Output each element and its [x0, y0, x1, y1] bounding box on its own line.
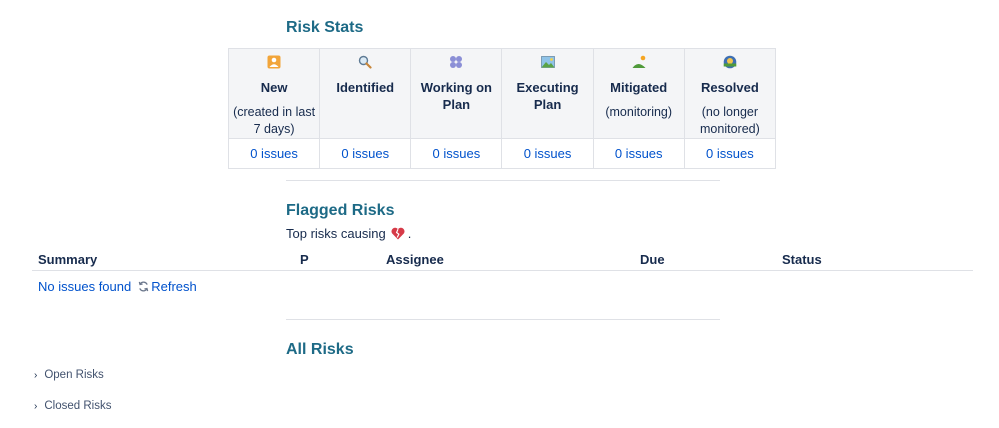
column-header-priority[interactable]: P [300, 252, 309, 267]
stat-sublabel: (no longer monitored) [700, 105, 760, 136]
no-issues-text: No issues found [38, 279, 132, 294]
issues-link[interactable]: 0 issues [250, 146, 298, 161]
issues-link[interactable]: 0 issues [433, 146, 481, 161]
refresh-link[interactable]: Refresh [151, 279, 197, 294]
magnifier-icon [324, 55, 406, 71]
sunset-dome-icon [689, 55, 771, 71]
column-header-assignee[interactable]: Assignee [386, 252, 444, 267]
issues-link[interactable]: 0 issues [615, 146, 663, 161]
stat-header-new: New (created in last 7 days) [227, 48, 321, 139]
column-header-due[interactable]: Due [640, 252, 665, 267]
all-risks-title: All Risks [286, 341, 354, 358]
stat-count-identified: 0 issues [319, 138, 412, 169]
column-header-summary[interactable]: Summary [38, 252, 97, 267]
issues-link[interactable]: 0 issues [524, 146, 572, 161]
column-header-status[interactable]: Status [782, 252, 822, 267]
stat-count-resolved: 0 issues [683, 138, 777, 169]
stat-count-mitigated: 0 issues [592, 138, 685, 169]
empty-state-row: No issues found Refresh [38, 279, 197, 294]
chevron-right-icon: › [34, 400, 38, 412]
flagged-risks-title: Flagged Risks [286, 202, 395, 219]
stat-label: Identified [336, 80, 395, 95]
stat-label: Working on Plan [420, 80, 493, 112]
stat-sublabel: (monitoring) [605, 105, 673, 119]
stat-count-working-on-plan: 0 issues [410, 138, 503, 169]
risk-stats-table: New (created in last 7 days) Identified … [227, 48, 777, 169]
broken-heart-icon [391, 227, 405, 240]
flagged-intro: Top risks causing . [286, 226, 411, 241]
landscape-picture-icon [506, 55, 588, 71]
open-risks-expander[interactable]: › Open Risks [34, 369, 104, 381]
stat-label: Executing Plan [516, 80, 579, 112]
section-divider [286, 180, 720, 181]
stat-sublabel: (created in last 7 days) [233, 105, 316, 136]
stat-header-mitigated: Mitigated (monitoring) [592, 48, 685, 139]
issues-link[interactable]: 0 issues [706, 146, 754, 161]
flagged-intro-text: Top risks causing [286, 226, 386, 241]
issues-link[interactable]: 0 issues [341, 146, 389, 161]
flagged-intro-end: . [407, 226, 412, 241]
stat-count-executing-plan: 0 issues [501, 138, 594, 169]
closed-risks-expander[interactable]: › Closed Risks [34, 400, 111, 412]
stat-label: Mitigated [610, 80, 668, 95]
stat-header-identified: Identified [319, 48, 412, 139]
chevron-right-icon: › [34, 369, 38, 381]
closed-risks-label: Closed Risks [44, 400, 112, 412]
stat-label: New [260, 80, 288, 95]
sunrise-hill-icon [598, 55, 680, 71]
four-circles-icon [415, 55, 497, 71]
table-header-divider [32, 270, 973, 271]
stat-count-new: 0 issues [227, 138, 321, 169]
open-risks-label: Open Risks [44, 369, 104, 381]
refresh-icon[interactable] [138, 281, 149, 292]
stat-header-executing-plan: Executing Plan [501, 48, 594, 139]
stat-header-working-on-plan: Working on Plan [410, 48, 503, 139]
stat-label: Resolved [700, 80, 759, 95]
section-divider [286, 319, 720, 320]
risk-stats-title: Risk Stats [286, 19, 364, 36]
stat-header-resolved: Resolved (no longer monitored) [683, 48, 777, 139]
person-card-icon [233, 55, 315, 71]
